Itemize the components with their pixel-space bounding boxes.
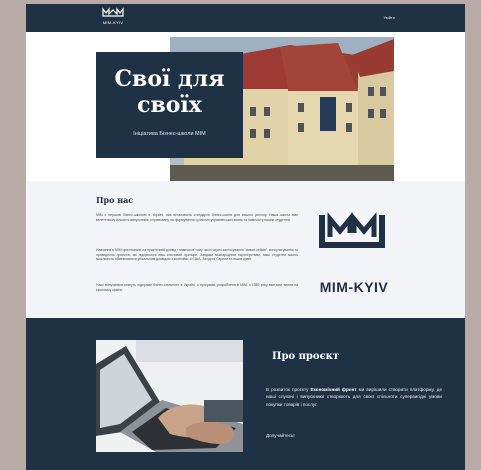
about-paragraph: Наші випускники стануть лідерами бізнес-… (96, 283, 298, 292)
laptop-photo (96, 340, 243, 452)
project-text-part: В розвиток проєкту (266, 387, 311, 392)
about-logo-text: MIM-KYIV (319, 279, 389, 295)
hero-section: Свої для своїх Ініціатива Бізнес-школи М… (26, 32, 465, 181)
project-description: В розвиток проєкту Економічний фронт ми … (266, 386, 442, 408)
top-navigation-bar: MIM-KYIV Увійти (26, 4, 465, 32)
page: MIM-KYIV Увійти Свої для своїх Ініціатив… (26, 4, 465, 470)
mim-logo-icon[interactable] (102, 7, 124, 17)
project-highlight: Економічний фронт (310, 387, 357, 392)
hero-subtitle: Ініціатива Бізнес-школи МІМ (133, 131, 206, 137)
logo-text[interactable]: MIM-KYIV (96, 20, 130, 25)
about-paragraph: МІМ є першою бізнес-школою в Україні, як… (96, 213, 298, 222)
mim-logo-icon (319, 212, 385, 248)
project-section: Про проєкт В розвиток проєкту Економічни… (26, 318, 465, 470)
nav-link[interactable]: Увійти (383, 15, 395, 20)
about-paragraph: Навчання в МІМ орієнтоване на практичний… (96, 248, 298, 262)
hero-title: Свої для своїх (114, 66, 225, 118)
about-section: Про нас МІМ є першою бізнес-школою в Укр… (26, 181, 465, 318)
project-cta-text: Долучайтесь! (266, 433, 295, 438)
about-title: Про нас (96, 195, 134, 205)
hero-title-card: Свої для своїх Ініціатива Бізнес-школи М… (96, 52, 243, 158)
project-title: Про проєкт (272, 351, 340, 362)
